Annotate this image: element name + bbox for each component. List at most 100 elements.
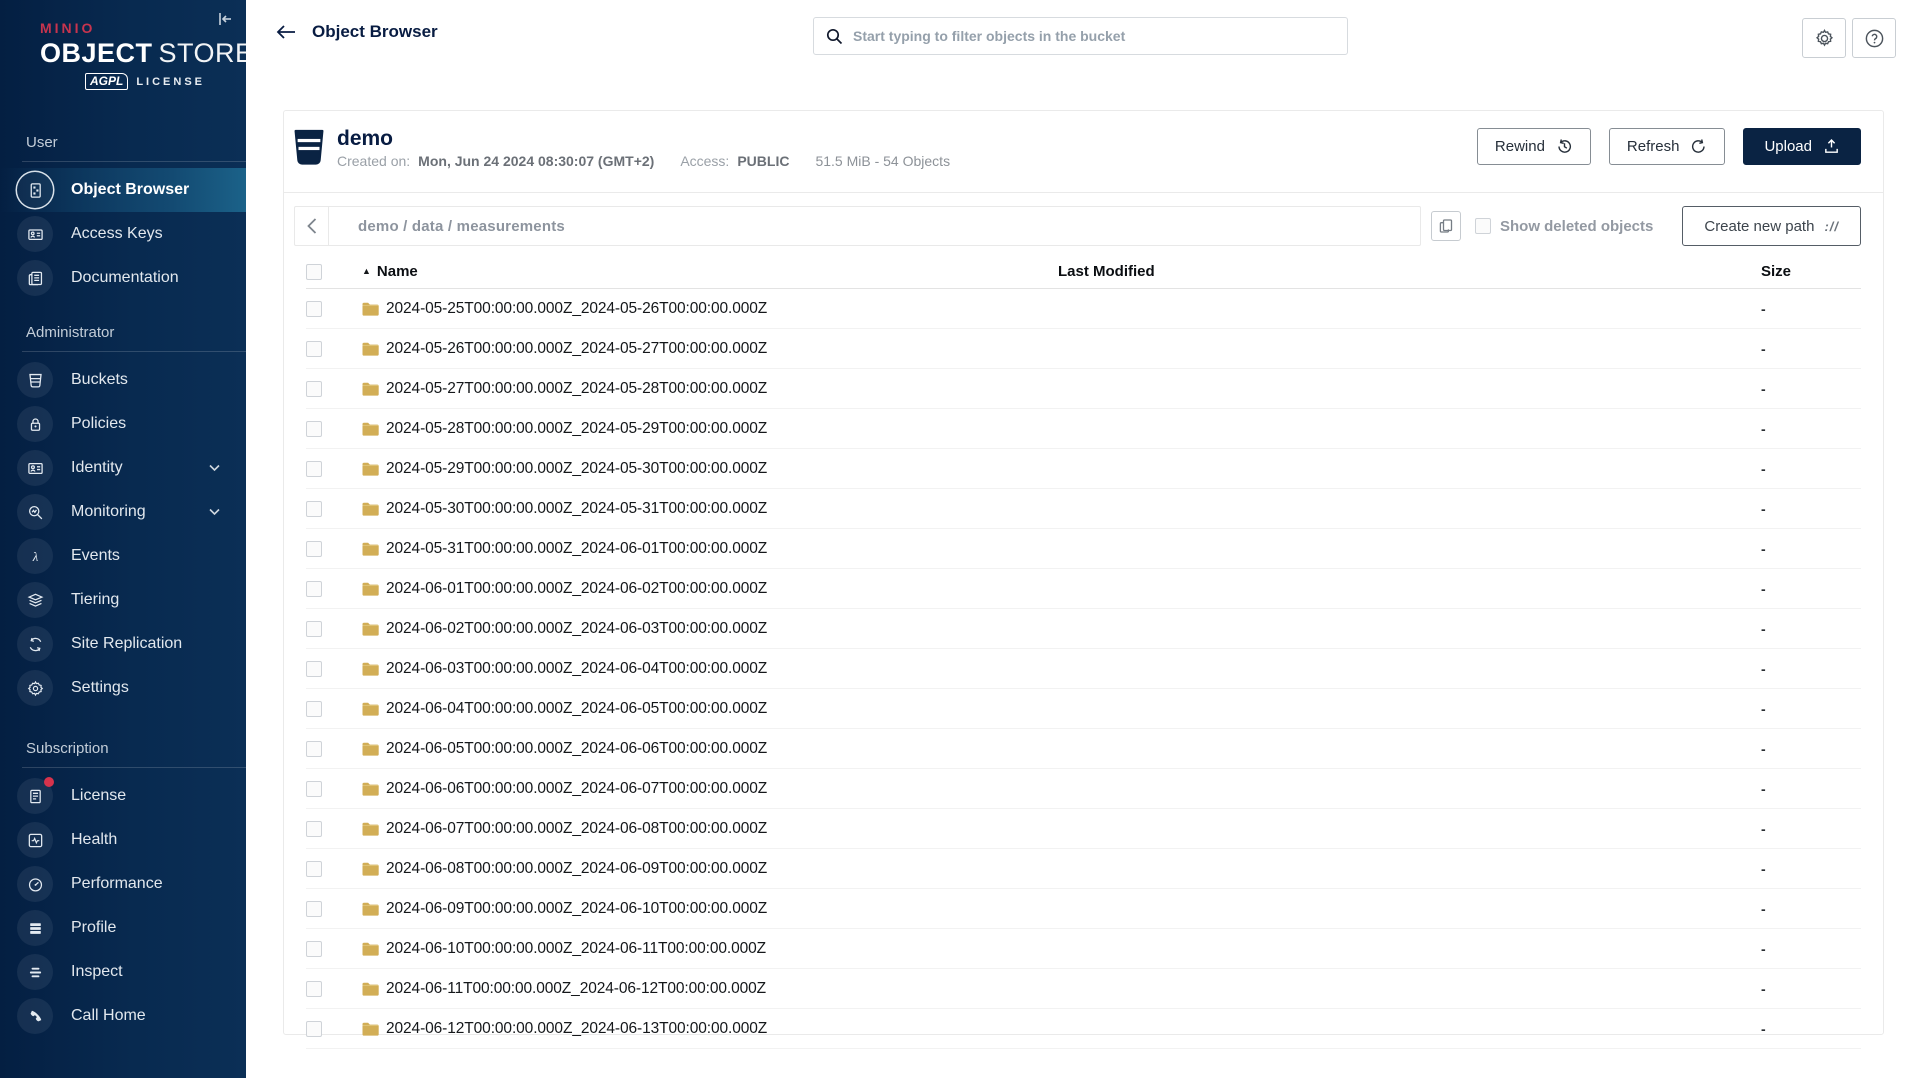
sidebar-item-settings[interactable]: Settings	[0, 666, 246, 710]
table-row[interactable]: 2024-06-02T00:00:00.000Z_2024-06-03T00:0…	[306, 609, 1861, 649]
sidebar-item-access-keys[interactable]: Access Keys	[0, 212, 246, 256]
sidebar-item-object-browser[interactable]: Object Browser	[0, 168, 246, 212]
row-checkbox[interactable]	[306, 660, 322, 677]
sidebar-item-monitoring[interactable]: Monitoring	[0, 490, 246, 534]
folder-icon	[362, 942, 379, 956]
gear-icon	[1815, 28, 1833, 47]
row-checkbox[interactable]	[306, 700, 322, 717]
table-row[interactable]: 2024-06-08T00:00:00.000Z_2024-06-09T00:0…	[306, 849, 1861, 889]
back-arrow-icon[interactable]	[276, 24, 296, 40]
object-name[interactable]: 2024-06-10T00:00:00.000Z_2024-06-11T00:0…	[386, 940, 766, 958]
table-row[interactable]: 2024-06-05T00:00:00.000Z_2024-06-06T00:0…	[306, 729, 1861, 769]
object-name[interactable]: 2024-06-03T00:00:00.000Z_2024-06-04T00:0…	[386, 660, 767, 678]
object-name[interactable]: 2024-06-06T00:00:00.000Z_2024-06-07T00:0…	[386, 780, 767, 798]
table-row[interactable]: 2024-05-31T00:00:00.000Z_2024-06-01T00:0…	[306, 529, 1861, 569]
table-row[interactable]: 2024-06-09T00:00:00.000Z_2024-06-10T00:0…	[306, 889, 1861, 929]
row-checkbox[interactable]	[306, 580, 322, 597]
sidebar-section: User Object Browser Access Keys Document…	[0, 134, 246, 300]
row-checkbox[interactable]	[306, 340, 322, 357]
sidebar-item-profile[interactable]: Profile	[0, 906, 246, 950]
create-new-path-button[interactable]: Create new path ://	[1682, 206, 1861, 246]
table-row[interactable]: 2024-06-07T00:00:00.000Z_2024-06-08T00:0…	[306, 809, 1861, 849]
table-row[interactable]: 2024-06-11T00:00:00.000Z_2024-06-12T00:0…	[306, 969, 1861, 1009]
breadcrumb[interactable]: demo / data / measurements	[329, 218, 565, 235]
table-row[interactable]: 2024-06-12T00:00:00.000Z_2024-06-13T00:0…	[306, 1009, 1861, 1049]
sidebar-item-policies[interactable]: Policies	[0, 402, 246, 446]
table-row[interactable]: 2024-05-29T00:00:00.000Z_2024-05-30T00:0…	[306, 449, 1861, 489]
row-checkbox[interactable]	[306, 780, 322, 797]
object-name[interactable]: 2024-06-05T00:00:00.000Z_2024-06-06T00:0…	[386, 740, 767, 758]
table-row[interactable]: 2024-05-26T00:00:00.000Z_2024-05-27T00:0…	[306, 329, 1861, 369]
settings-gear-button[interactable]	[1802, 18, 1846, 58]
row-checkbox[interactable]	[306, 460, 322, 477]
refresh-button[interactable]: Refresh	[1608, 128, 1726, 165]
row-checkbox[interactable]	[306, 620, 322, 637]
object-name[interactable]: 2024-06-11T00:00:00.000Z_2024-06-12T00:0…	[386, 980, 766, 998]
row-checkbox[interactable]	[306, 940, 322, 957]
table-row[interactable]: 2024-05-28T00:00:00.000Z_2024-05-29T00:0…	[306, 409, 1861, 449]
sidebar-item-label: License	[71, 787, 127, 804]
object-name[interactable]: 2024-06-04T00:00:00.000Z_2024-06-05T00:0…	[386, 700, 767, 718]
sidebar-item-tiering[interactable]: Tiering	[0, 578, 246, 622]
table-row[interactable]: 2024-06-10T00:00:00.000Z_2024-06-11T00:0…	[306, 929, 1861, 969]
row-checkbox[interactable]	[306, 500, 322, 517]
object-name[interactable]: 2024-06-01T00:00:00.000Z_2024-06-02T00:0…	[386, 580, 767, 598]
object-name[interactable]: 2024-05-30T00:00:00.000Z_2024-05-31T00:0…	[386, 500, 767, 518]
row-checkbox[interactable]	[306, 540, 322, 557]
sidebar-item-license[interactable]: License	[0, 774, 246, 818]
show-deleted-checkbox[interactable]	[1474, 218, 1491, 234]
row-checkbox[interactable]	[306, 900, 322, 917]
column-header-size[interactable]: Size	[1761, 263, 1861, 280]
table-row[interactable]: 2024-06-03T00:00:00.000Z_2024-06-04T00:0…	[306, 649, 1861, 689]
help-button[interactable]	[1852, 18, 1896, 58]
sidebar-item-documentation[interactable]: Documentation	[0, 256, 246, 300]
row-checkbox[interactable]	[306, 820, 322, 837]
object-name[interactable]: 2024-05-29T00:00:00.000Z_2024-05-30T00:0…	[386, 460, 767, 478]
sidebar-item-inspect[interactable]: Inspect	[0, 950, 246, 994]
row-checkbox[interactable]	[306, 980, 322, 997]
table-row[interactable]: 2024-05-25T00:00:00.000Z_2024-05-26T00:0…	[306, 289, 1861, 329]
select-all-checkbox[interactable]	[306, 263, 322, 280]
profile-icon	[17, 910, 53, 946]
sidebar-item-call-home[interactable]: Call Home	[0, 994, 246, 1038]
row-checkbox[interactable]	[306, 740, 322, 757]
sidebar-item-identity[interactable]: Identity	[0, 446, 246, 490]
object-name[interactable]: 2024-05-31T00:00:00.000Z_2024-06-01T00:0…	[386, 540, 767, 558]
row-checkbox[interactable]	[306, 380, 322, 397]
upload-button[interactable]: Upload	[1743, 128, 1861, 165]
object-name[interactable]: 2024-06-02T00:00:00.000Z_2024-06-03T00:0…	[386, 620, 767, 638]
copy-path-button[interactable]	[1430, 211, 1461, 241]
rewind-button[interactable]: Rewind	[1476, 128, 1591, 165]
row-checkbox[interactable]	[306, 300, 322, 317]
sidebar-item-performance[interactable]: Performance	[0, 862, 246, 906]
column-header-last-modified[interactable]: Last Modified	[1058, 263, 1761, 280]
object-name[interactable]: 2024-06-07T00:00:00.000Z_2024-06-08T00:0…	[386, 820, 767, 838]
row-checkbox[interactable]	[306, 1020, 322, 1037]
row-checkbox[interactable]	[306, 860, 322, 877]
table-row[interactable]: 2024-06-06T00:00:00.000Z_2024-06-07T00:0…	[306, 769, 1861, 809]
object-name[interactable]: 2024-06-09T00:00:00.000Z_2024-06-10T00:0…	[386, 900, 767, 918]
sidebar-item-buckets[interactable]: Buckets	[0, 358, 246, 402]
show-deleted-toggle[interactable]: Show deleted objects	[1474, 218, 1653, 235]
table-row[interactable]: 2024-05-27T00:00:00.000Z_2024-05-28T00:0…	[306, 369, 1861, 409]
object-name[interactable]: 2024-05-27T00:00:00.000Z_2024-05-28T00:0…	[386, 380, 767, 398]
object-name[interactable]: 2024-05-26T00:00:00.000Z_2024-05-27T00:0…	[386, 340, 767, 358]
table-row[interactable]: 2024-06-04T00:00:00.000Z_2024-06-05T00:0…	[306, 689, 1861, 729]
row-checkbox[interactable]	[306, 420, 322, 437]
search-input[interactable]	[853, 18, 1347, 54]
sidebar-item-health[interactable]: Health	[0, 818, 246, 862]
object-filter-search[interactable]	[813, 17, 1348, 55]
object-name[interactable]: 2024-06-12T00:00:00.000Z_2024-06-13T00:0…	[386, 1020, 767, 1038]
sidebar-item-events[interactable]: λ Events	[0, 534, 246, 578]
collapse-sidebar-icon[interactable]	[214, 8, 236, 30]
object-name[interactable]: 2024-05-25T00:00:00.000Z_2024-05-26T00:0…	[386, 300, 767, 318]
object-name[interactable]: 2024-06-08T00:00:00.000Z_2024-06-09T00:0…	[386, 860, 767, 878]
table-row[interactable]: 2024-05-30T00:00:00.000Z_2024-05-31T00:0…	[306, 489, 1861, 529]
sidebar: MINIO OBJECT STORE AGPL LICENSE User Obje…	[0, 0, 246, 1078]
table-row[interactable]: 2024-06-01T00:00:00.000Z_2024-06-02T00:0…	[306, 569, 1861, 609]
object-name[interactable]: 2024-05-28T00:00:00.000Z_2024-05-29T00:0…	[386, 420, 767, 438]
access-value[interactable]: PUBLIC	[737, 153, 789, 169]
column-header-name[interactable]: ▲ Name	[358, 263, 1058, 280]
sidebar-item-site-replication[interactable]: Site Replication	[0, 622, 246, 666]
breadcrumb-back-icon[interactable]	[295, 207, 329, 245]
